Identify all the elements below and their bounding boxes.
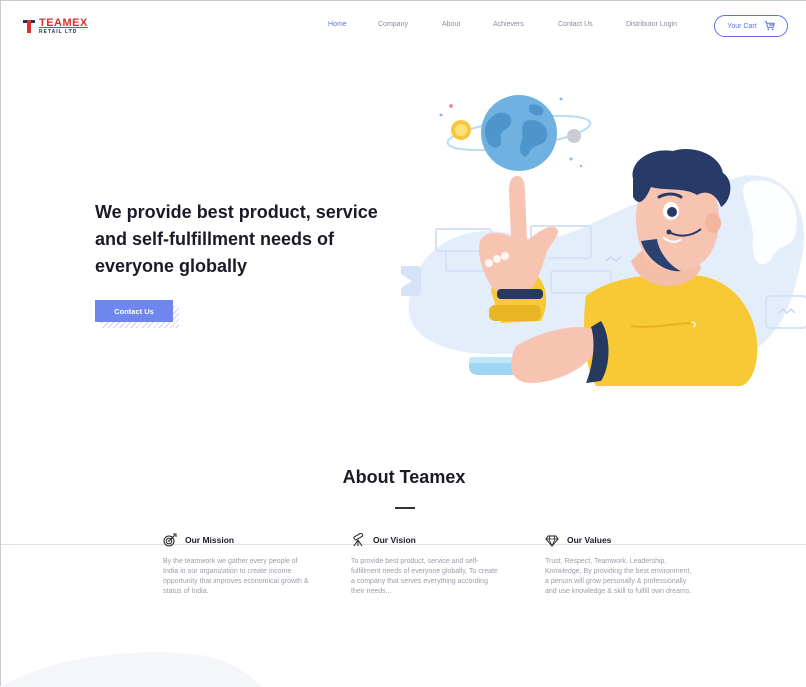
nav-home[interactable]: Home (328, 21, 347, 28)
cart-button[interactable]: Your Cart (714, 15, 788, 37)
nav-contact-us[interactable]: Contact Us (558, 21, 593, 28)
card-text: To provide best product, service and sel… (351, 558, 498, 595)
telescope-icon (353, 533, 364, 547)
card-mission: Our Mission By the teamwork we gather ev… (163, 533, 313, 597)
cart-label: Your Cart (727, 22, 757, 30)
target-icon (163, 533, 177, 547)
card-title: Our Values (567, 535, 612, 545)
card-text: By the teamwork we gather every people o… (163, 558, 309, 595)
character-body (584, 274, 758, 386)
card-title: Our Mission (185, 535, 235, 545)
bottom-wave-decoration (1, 652, 261, 687)
card-vision: Our Vision To provide best product, serv… (351, 533, 501, 597)
nav-about[interactable]: About (442, 21, 460, 28)
about-title-underline (395, 507, 415, 509)
nav-achievers[interactable]: Achievers (493, 21, 524, 28)
about-title: About Teamex (342, 467, 466, 487)
hero-illustration (401, 95, 806, 386)
nav-distributor-login[interactable]: Distributor Login (626, 21, 677, 28)
card-text: Trust, Respect, Teamwork, Leadership, Kn… (545, 558, 692, 595)
nav-company[interactable]: Company (378, 21, 408, 28)
hero-cta-wrap: Contact Us (95, 300, 179, 328)
contact-us-button[interactable]: Contact Us (95, 300, 173, 322)
cart-icon (764, 21, 775, 31)
card-title: Our Vision (373, 535, 416, 545)
main-nav: Home Company About Achievers Contact Us … (1, 21, 806, 35)
hero-title: We provide best product, service and sel… (95, 202, 378, 276)
card-values: Our Values Trust, Respect, Teamwork, Lea… (545, 533, 695, 597)
diamond-icon (545, 535, 559, 547)
